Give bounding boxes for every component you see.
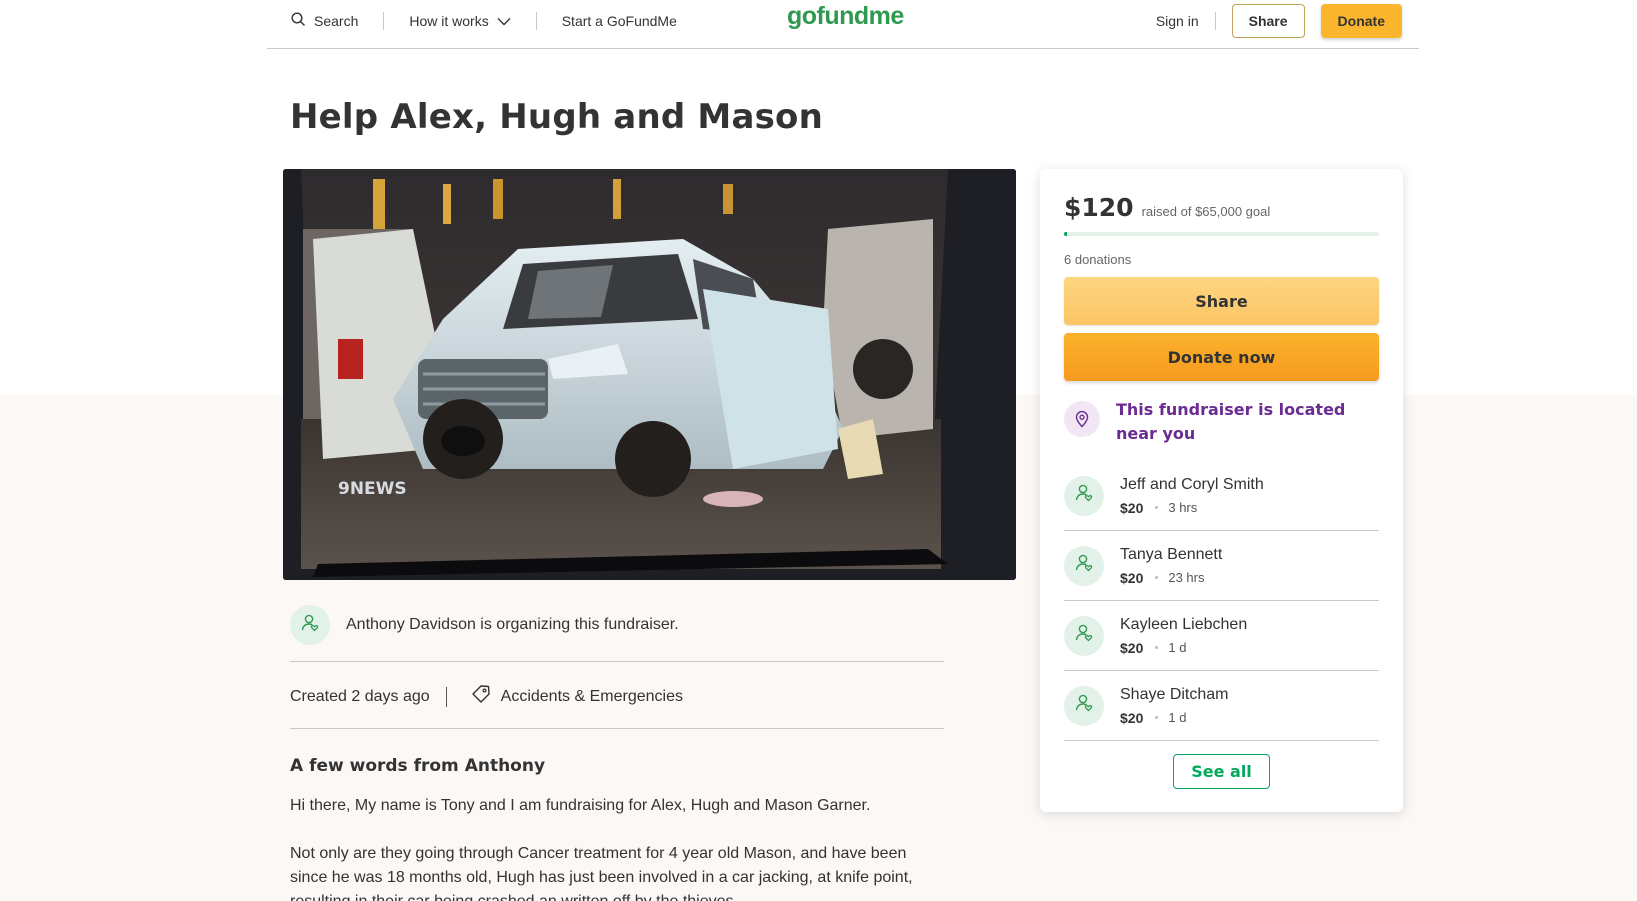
- user-heart-icon: [1074, 623, 1094, 648]
- start-gofundme-link[interactable]: Start a GoFundMe: [562, 13, 677, 29]
- donor-details: $20 1 d: [1120, 640, 1247, 656]
- gofundme-logo[interactable]: gofundme: [787, 2, 904, 31]
- donor-name: Kayleen Liebchen: [1120, 615, 1248, 633]
- nav-divider: [383, 12, 385, 30]
- sign-in-link[interactable]: Sign in: [1156, 13, 1199, 29]
- donation-time: 1 d: [1168, 640, 1187, 655]
- progress-fill: [1064, 232, 1068, 236]
- amount-row: $120 raised of $65,000 goal: [1064, 193, 1270, 222]
- user-heart-icon: [1074, 483, 1094, 508]
- location-pin-icon: [1064, 401, 1100, 437]
- organizer-avatar: [290, 605, 330, 645]
- donor-info: Tanya Bennett $20 23 hrs: [1120, 546, 1222, 586]
- donation-time: 23 hrs: [1168, 570, 1205, 585]
- header-donate-button[interactable]: Donate: [1320, 4, 1402, 38]
- nav-right: Sign in Share Donate: [1156, 4, 1402, 38]
- donor-avatar: [1064, 475, 1104, 516]
- tag-icon: [471, 684, 491, 709]
- category-label: Accidents & Emergencies: [500, 687, 683, 705]
- donation-amount: $20: [1120, 709, 1144, 726]
- donor-name: Jeff and Coryl Smith: [1120, 475, 1264, 493]
- story-paragraph: Not only are they going through Cancer t…: [290, 845, 913, 901]
- campaign-meta: Created 2 days ago Accidents & Emergenci…: [290, 684, 683, 709]
- user-heart-icon: [1074, 553, 1094, 578]
- donation-item: Jeff and Coryl Smith $20 3 hrs: [1064, 461, 1379, 531]
- donation-amount: $20: [1120, 499, 1144, 516]
- donation-time: 1 d: [1168, 710, 1187, 725]
- nav-divider: [1214, 12, 1216, 30]
- donate-now-button[interactable]: Donate now: [1064, 333, 1379, 381]
- see-all-button[interactable]: See all: [1173, 754, 1270, 789]
- story-heading: A few words from Anthony: [290, 756, 546, 776]
- donation-amount: $20: [1120, 639, 1144, 656]
- donor-name: Tanya Bennett: [1120, 545, 1223, 563]
- nav-left: Search How it works Start a GoFundMe: [291, 12, 677, 30]
- user-heart-icon: [300, 613, 320, 638]
- how-it-works-label: How it works: [409, 13, 489, 29]
- separator-dot: [1155, 646, 1159, 649]
- donor-info: Kayleen Liebchen $20 1 d: [1120, 616, 1247, 656]
- donor-avatar: [1064, 685, 1104, 726]
- goal-text: raised of $65,000 goal: [1141, 204, 1271, 219]
- divider: [290, 661, 944, 662]
- donor-details: $20 23 hrs: [1120, 570, 1222, 586]
- campaign-title: Help Alex, Hugh and Mason: [290, 97, 823, 137]
- donor-info: Jeff and Coryl Smith $20 3 hrs: [1120, 476, 1264, 516]
- donation-amount: $20: [1120, 569, 1144, 586]
- story-paragraph: Hi there, My name is Tony and I am fundr…: [290, 797, 871, 814]
- donor-details: $20 1 d: [1120, 710, 1229, 726]
- donor-info: Shaye Ditcham $20 1 d: [1120, 686, 1229, 726]
- donor-name: Shaye Ditcham: [1120, 685, 1229, 703]
- search-link[interactable]: Search: [291, 12, 358, 30]
- campaign-hero-image[interactable]: 9NEWS: [283, 169, 1016, 580]
- created-date: Created 2 days ago: [290, 687, 430, 705]
- donation-card: $120 raised of $65,000 goal 6 donations …: [1040, 169, 1403, 812]
- category-link[interactable]: Accidents & Emergencies: [471, 684, 683, 709]
- amount-raised: $120: [1064, 193, 1134, 222]
- start-gofundme-label: Start a GoFundMe: [561, 13, 677, 29]
- nav-divider: [535, 12, 537, 30]
- separator-dot: [1155, 716, 1159, 719]
- search-label: Search: [314, 13, 359, 29]
- recent-donations-list: Jeff and Coryl Smith $20 3 hrs Tanya Ben…: [1064, 461, 1379, 741]
- top-navigation: Search How it works Start a GoFundMe gof…: [267, 0, 1419, 49]
- donation-item: Kayleen Liebchen $20 1 d: [1064, 601, 1379, 671]
- story-text: Hi there, My name is Tony and I am fundr…: [290, 794, 940, 901]
- news-watermark: 9NEWS: [338, 479, 407, 499]
- separator-dot: [1155, 576, 1159, 579]
- search-icon: [291, 12, 306, 30]
- user-heart-icon: [1074, 693, 1094, 718]
- donation-item: Shaye Ditcham $20 1 d: [1064, 671, 1379, 741]
- location-notice: This fundraiser is located near you: [1064, 398, 1356, 446]
- progress-bar: [1064, 232, 1379, 236]
- meta-divider: [445, 686, 447, 707]
- separator-dot: [1155, 506, 1159, 509]
- chevron-down-icon: [497, 13, 511, 29]
- donor-details: $20 3 hrs: [1120, 500, 1264, 516]
- organizer-row: Anthony Davidson is organizing this fund…: [290, 605, 679, 645]
- logo-text: gofundme: [787, 2, 904, 30]
- organizer-text: Anthony Davidson is organizing this fund…: [346, 616, 679, 633]
- donation-time: 3 hrs: [1168, 500, 1198, 515]
- divider: [290, 728, 944, 729]
- donor-avatar: [1064, 545, 1104, 586]
- donations-count: 6 donations: [1064, 252, 1132, 267]
- donation-item: Tanya Bennett $20 23 hrs: [1064, 531, 1379, 601]
- how-it-works-menu[interactable]: How it works: [409, 13, 511, 29]
- header-share-button[interactable]: Share: [1231, 4, 1305, 38]
- location-text: This fundraiser is located near you: [1116, 400, 1346, 443]
- share-button[interactable]: Share: [1064, 277, 1379, 325]
- donor-avatar: [1064, 615, 1104, 656]
